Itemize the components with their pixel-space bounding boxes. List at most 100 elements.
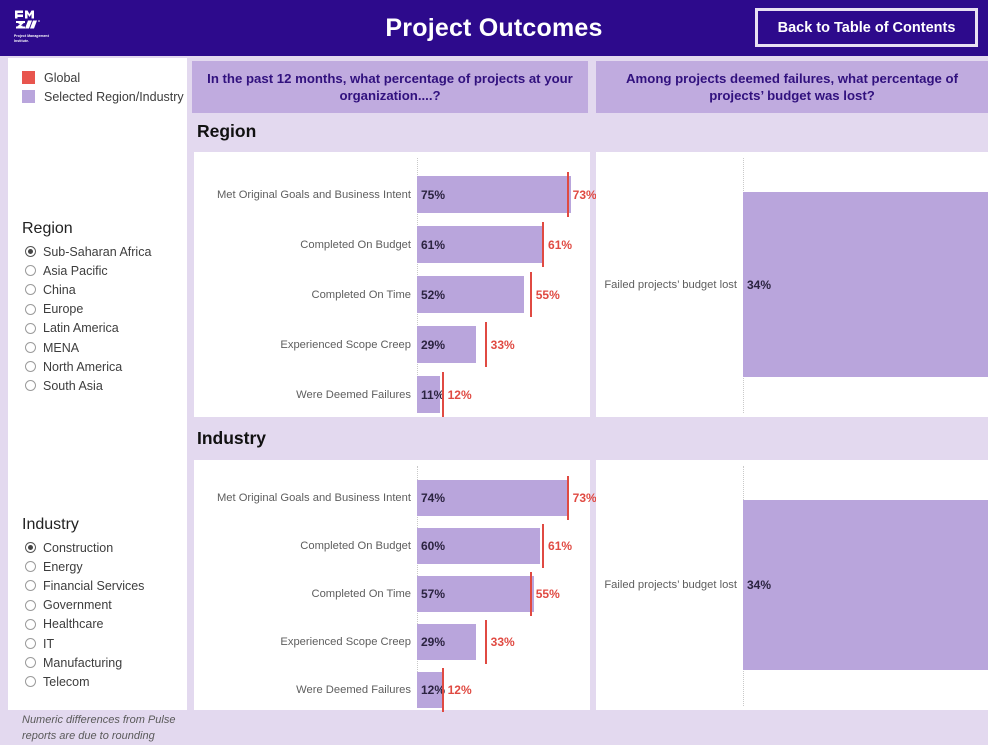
industry-option-government[interactable]: Government [22, 596, 144, 615]
radio-icon[interactable] [25, 322, 36, 334]
app-header: Project Outcomes Project Management Inst… [0, 0, 988, 56]
pmi-logo-mark [15, 10, 40, 29]
chart-global-reference-line [484, 322, 488, 367]
chart-category-label: Were Deemed Failures [296, 388, 411, 401]
chart-global-reference-value: 73% [572, 187, 597, 202]
region-option-label: Latin America [43, 321, 119, 336]
chart-global-reference-line [441, 668, 444, 712]
region-filter-group: Region Sub-Saharan Africa Asia Pacific C… [8, 220, 151, 396]
region-option-sub-saharan-africa[interactable]: Sub-Saharan Africa [22, 242, 151, 261]
chart-category-label: Failed projects’ budget lost [604, 278, 737, 291]
industry-option-label: Financial Services [43, 578, 145, 593]
region-filter-title: Region [22, 220, 73, 237]
chart-panel-region-outcomes: Met Original Goals and Business Intent 75… [194, 152, 597, 417]
chart-global-reference-value: 61% [548, 237, 573, 252]
chart-bar[interactable] [743, 192, 988, 377]
chart-global-reference-line [441, 372, 444, 417]
chart-bar-row: Experienced Scope Creep 29% 33% [194, 322, 590, 367]
rounding-footnote: Numeric differences from Pulse reports a… [22, 714, 176, 742]
region-option-china[interactable]: China [22, 280, 151, 299]
chart-bar-value: 29% [421, 337, 446, 352]
radio-icon[interactable] [25, 580, 36, 592]
radio-icon[interactable] [25, 618, 36, 630]
chart-region-budget-lost: Failed projects’ budget lost34%34% [596, 152, 988, 417]
radio-icon[interactable] [25, 638, 36, 650]
chart-bar-row: Were Deemed Failures 11% 12% [194, 372, 590, 417]
chart-bar-value: 74% [421, 491, 446, 505]
radio-icon[interactable] [25, 561, 36, 573]
chart-bar-value: 57% [421, 587, 446, 601]
chart-category-label: Completed On Time [311, 588, 412, 600]
legend-swatch-global [22, 71, 35, 84]
industry-option-label: Construction [43, 540, 114, 555]
chart-bar-value: 52% [421, 287, 446, 302]
chart-global-reference-value: 61% [548, 539, 573, 553]
region-option-south-asia[interactable]: South Asia [22, 376, 151, 395]
back-to-table-of-contents-button[interactable]: Back to Table of Contents [755, 8, 978, 47]
industry-option-it[interactable]: IT [22, 634, 144, 653]
chart-industry-budget-lost: Failed projects’ budget lost34%34% [596, 460, 988, 710]
chart-bar-value: 29% [421, 635, 446, 649]
industry-option-manufacturing[interactable]: Manufacturing [22, 653, 144, 672]
radio-icon[interactable] [25, 599, 36, 611]
legend: Global Selected Region/Industry [8, 58, 187, 106]
radio-icon[interactable] [25, 676, 36, 688]
chart-bar-value: 34% [747, 578, 772, 592]
chart-global-reference-value: 73% [572, 491, 597, 505]
legend-swatch-selected [22, 90, 35, 103]
chart-category-label: Met Original Goals and Business Intent [216, 188, 411, 201]
industry-option-financial-services[interactable]: Financial Services [22, 576, 144, 595]
radio-icon[interactable] [25, 542, 36, 554]
region-option-asia-pacific[interactable]: Asia Pacific [22, 261, 151, 280]
chart-global-reference-value: 12% [447, 683, 472, 697]
chart-panel-industry-budget-lost: Failed projects’ budget lost34%34% [596, 460, 988, 710]
radio-icon[interactable] [25, 657, 36, 669]
chart-global-reference-value: 33% [490, 337, 515, 352]
radio-icon[interactable] [25, 342, 36, 354]
region-option-north-america[interactable]: North America [22, 357, 151, 376]
chart-bar[interactable] [743, 500, 988, 670]
chart-global-reference-line [484, 620, 488, 664]
chart-global-reference-line [542, 524, 545, 568]
radio-icon[interactable] [25, 265, 36, 277]
chart-panel-region-budget-lost: Failed projects’ budget lost34%34% [596, 152, 988, 417]
region-option-label: Asia Pacific [43, 263, 108, 278]
industry-option-label: Energy [43, 559, 83, 574]
question-header-left: In the past 12 months, what percentage o… [192, 61, 588, 113]
radio-icon[interactable] [25, 380, 36, 392]
chart-bar-value: 34% [747, 277, 772, 292]
region-option-label: Sub-Saharan Africa [43, 244, 152, 259]
radio-icon[interactable] [25, 361, 36, 373]
chart-bar-row: Failed projects’ budget lost34%34% [596, 192, 988, 377]
chart-global-reference-line [542, 222, 545, 267]
industry-option-healthcare[interactable]: Healthcare [22, 615, 144, 634]
question-header-right: Among projects deemed failures, what per… [596, 61, 988, 113]
chart-industry-outcomes: Met Original Goals and Business Intent 74… [194, 460, 597, 712]
legend-item-selected: Selected Region/Industry [22, 87, 187, 106]
radio-icon[interactable] [25, 246, 36, 258]
chart-bar-row: Were Deemed Failures 12% 12% [194, 668, 590, 712]
industry-option-construction[interactable]: Construction [22, 538, 144, 557]
region-option-mena[interactable]: MENA [22, 338, 151, 357]
chart-category-label: Completed On Budget [300, 238, 411, 251]
chart-category-label: Were Deemed Failures [296, 684, 411, 696]
industry-option-energy[interactable]: Energy [22, 557, 144, 576]
radio-icon[interactable] [25, 284, 36, 296]
chart-region-outcomes: Met Original Goals and Business Intent 75… [194, 152, 597, 417]
section-title-industry: Industry [197, 428, 267, 448]
chart-global-reference-line [529, 572, 533, 616]
chart-global-reference-line [566, 476, 570, 520]
pmi-logo: Project Management Institute. [14, 8, 50, 48]
section-title-region: Region [197, 121, 257, 141]
industry-option-label: Healthcare [43, 617, 104, 632]
chart-global-reference-line [566, 172, 570, 217]
chart-bar-value: 61% [421, 237, 446, 252]
industry-option-telecom[interactable]: Telecom [22, 672, 144, 691]
chart-category-label: Experienced Scope Creep [280, 636, 411, 648]
region-option-latin-america[interactable]: Latin America [22, 319, 151, 338]
chart-global-reference-line [529, 272, 533, 317]
region-option-label: Europe [43, 302, 84, 317]
sidebar: Global Selected Region/Industry Region S… [8, 58, 187, 742]
radio-icon[interactable] [25, 303, 36, 315]
region-option-europe[interactable]: Europe [22, 300, 151, 319]
